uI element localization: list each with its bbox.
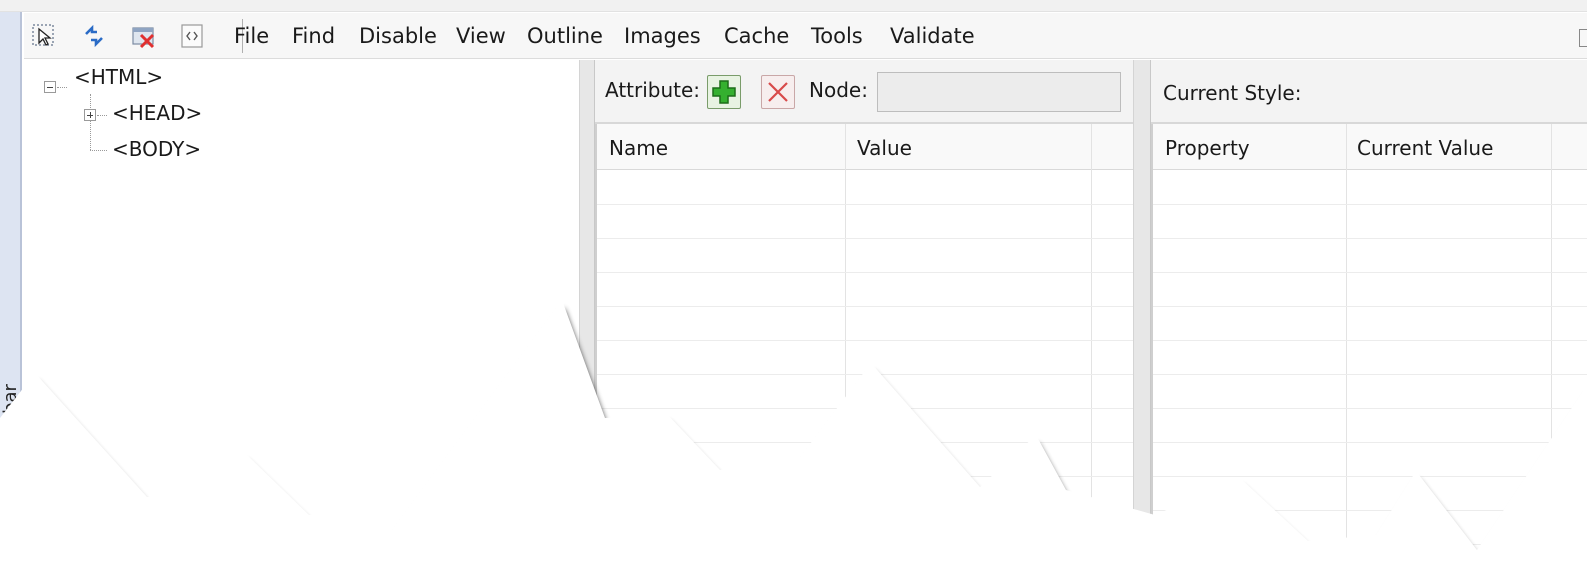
toolbar-overflow-icon[interactable] [1579,29,1587,47]
side-toolbar-strip[interactable]: olbar [0,12,22,566]
menu-file[interactable]: File [234,22,269,50]
column-name[interactable]: Name [609,136,668,160]
main-toolbar: File Find Disable View Outline Images Ca… [24,13,1587,59]
grid-row-line [597,374,1133,375]
menu-validate[interactable]: Validate [890,22,975,50]
tree-node-head[interactable]: <HEAD> [112,100,202,126]
dev-toolbar-window: olbar File Find Disable View Outline Ima… [0,0,1587,566]
pane-splitter[interactable] [1133,60,1151,566]
menu-outline[interactable]: Outline [527,22,603,50]
grid-row-line [597,408,1133,409]
grid-column-divider [845,124,846,566]
menu-disable[interactable]: Disable [359,22,437,50]
refresh-icon[interactable] [80,22,108,50]
grid-row-line [1153,340,1587,341]
column-value[interactable]: Value [857,136,912,160]
menu-tools[interactable]: Tools [811,22,863,50]
grid-column-divider [1091,124,1092,566]
expand-icon[interactable] [84,109,96,121]
grid-row-line [597,340,1133,341]
grid-row-line [1153,204,1587,205]
menu-find[interactable]: Find [292,22,335,50]
tree-connector [90,150,107,151]
pane-splitter[interactable] [579,60,595,566]
menu-images[interactable]: Images [624,22,701,50]
grid-row-line [1153,306,1587,307]
current-style-label: Current Style: [1163,81,1302,105]
dom-tree-pane: <HTML> <HEAD> <BODY> [24,60,579,566]
node-field[interactable] [877,72,1121,112]
grid-row-line [1153,544,1587,545]
select-element-icon[interactable] [30,22,58,50]
style-grid[interactable]: Property Current Value [1151,124,1587,566]
grid-row-line [1153,238,1587,239]
grid-row-line [1153,408,1587,409]
delete-icon [768,82,788,102]
tree-connector [97,115,107,116]
grid-column-divider [1346,124,1347,566]
grid-row-line [597,510,1133,511]
tree-node-html[interactable]: <HTML> [74,64,163,90]
grid-row-line [597,306,1133,307]
tree-connector [57,87,67,88]
column-property[interactable]: Property [1165,136,1250,160]
grid-row-line [597,442,1133,443]
grid-column-divider [1551,124,1552,566]
attribute-grid-header: Name Value [597,124,1133,170]
grid-row-line [597,272,1133,273]
plus-icon [712,80,736,104]
clear-icon[interactable] [130,22,158,50]
grid-row-line [1153,442,1587,443]
grid-row-line [597,204,1133,205]
delete-attribute-button[interactable] [761,75,795,109]
side-toolbar-label: olbar [0,384,21,430]
attribute-header: Attribute: Node: [595,60,1133,124]
attribute-grid[interactable]: Name Value [595,124,1133,566]
menu-cache[interactable]: Cache [724,22,789,50]
column-current-value[interactable]: Current Value [1357,136,1493,160]
grid-row-line [1153,510,1587,511]
collapse-icon[interactable] [44,81,56,93]
window-top-strip [0,0,1587,12]
menu-view[interactable]: View [456,22,506,50]
grid-row-line [1153,374,1587,375]
add-attribute-button[interactable] [707,75,741,109]
grid-row-line [597,544,1133,545]
tree-node-body[interactable]: <BODY> [112,136,201,162]
view-source-icon[interactable] [178,22,206,50]
grid-row-line [1153,476,1587,477]
grid-row-line [597,238,1133,239]
node-label: Node: [809,78,868,102]
style-header: Current Style: [1151,60,1587,124]
tree-connector [90,94,91,150]
grid-row-line [1153,272,1587,273]
grid-row-line [597,476,1133,477]
attribute-label: Attribute: [605,78,701,102]
style-grid-header: Property Current Value [1153,124,1587,170]
